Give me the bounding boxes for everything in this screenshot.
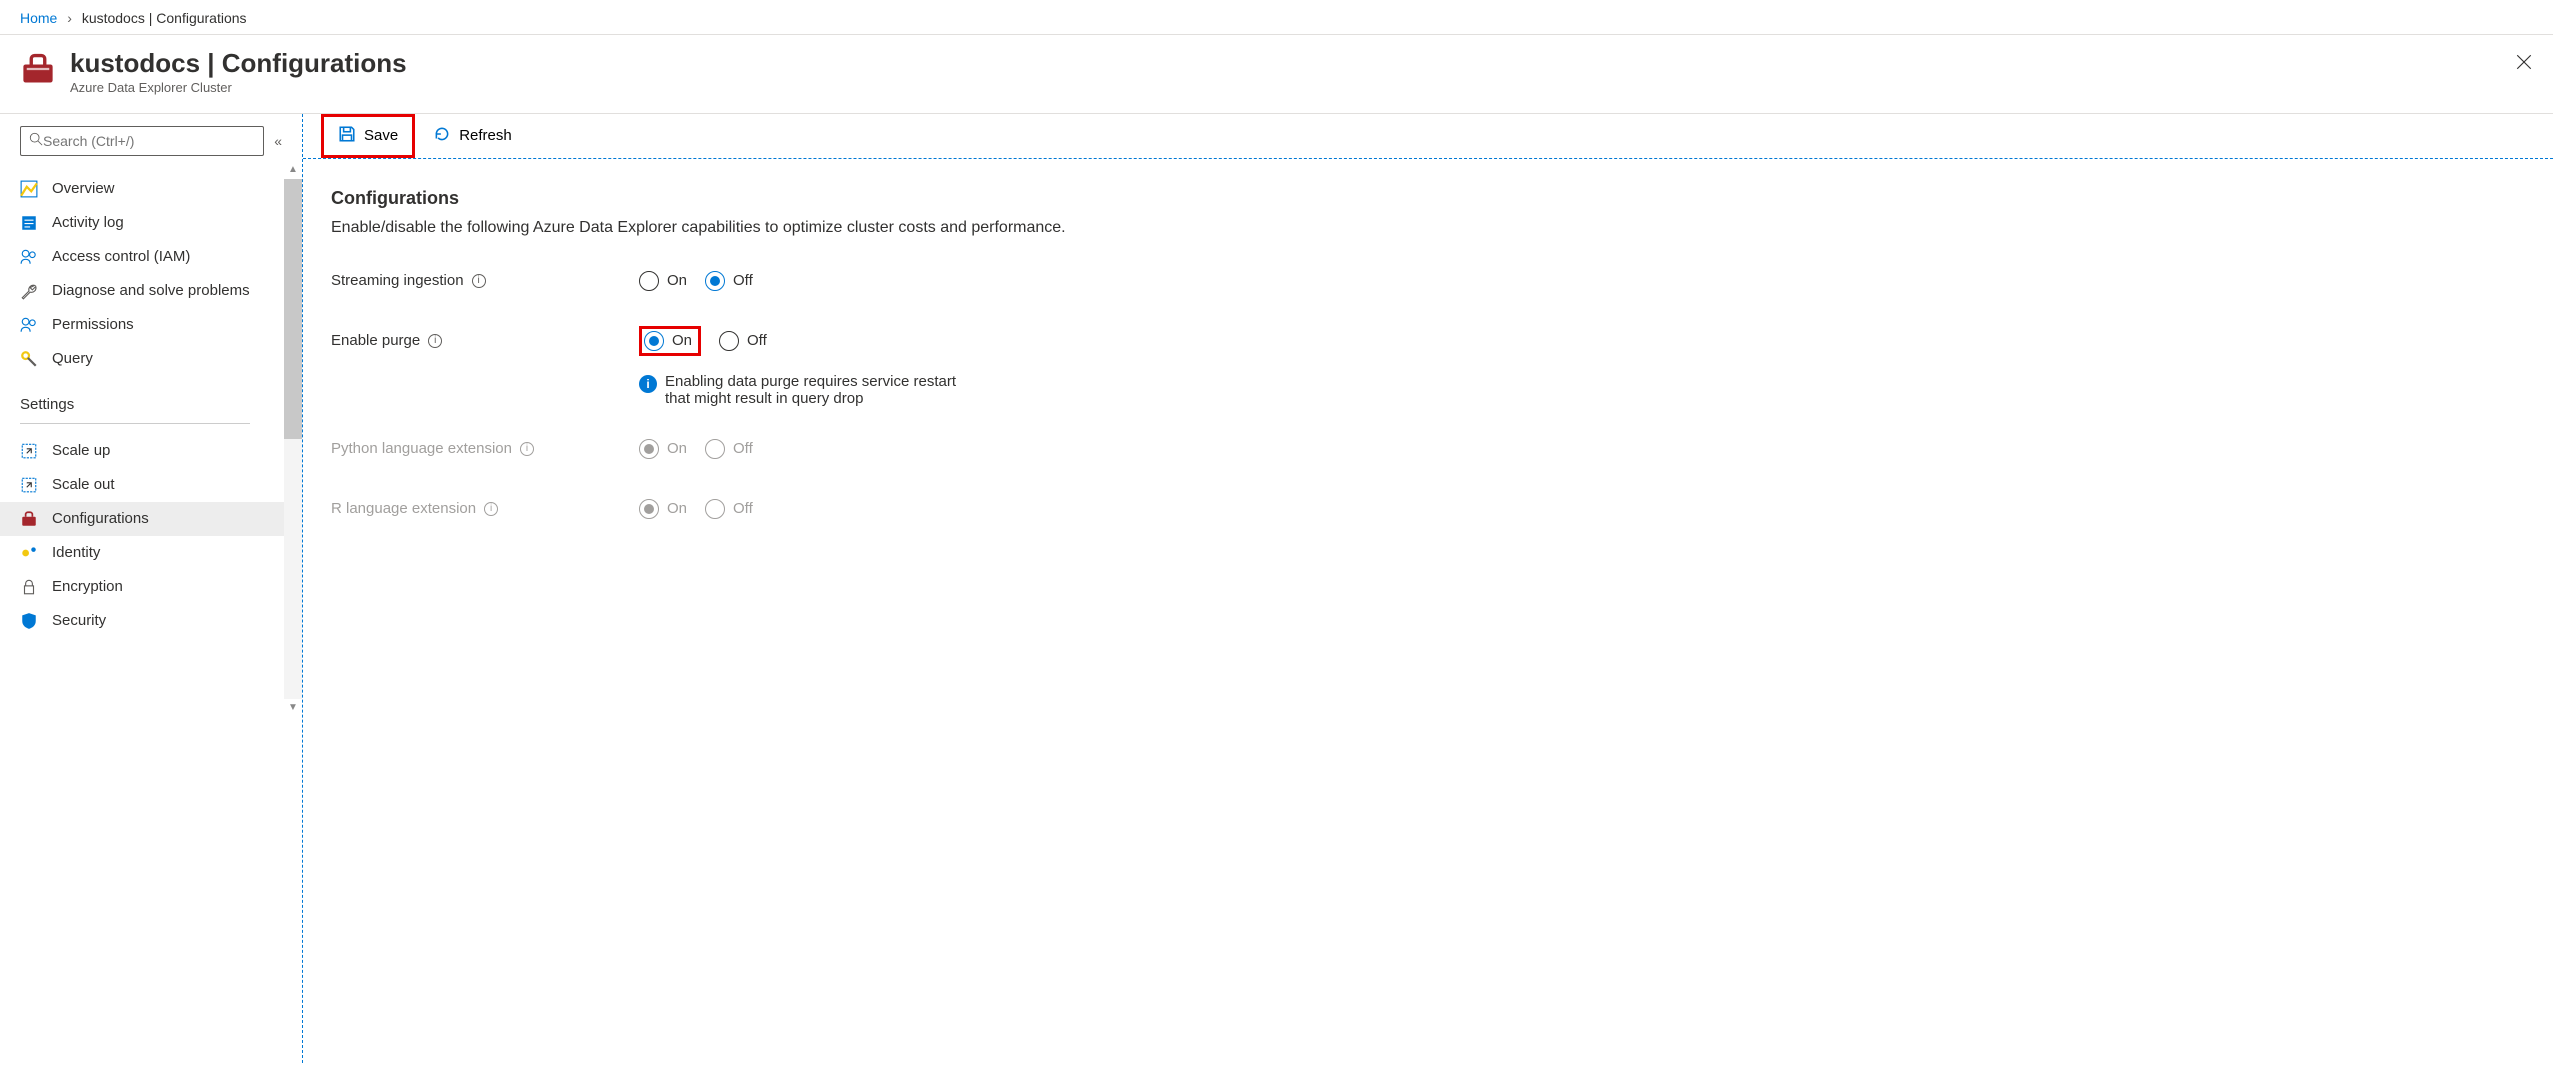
purge-warning: i Enabling data purge requires service r… xyxy=(639,373,959,407)
scroll-up-icon[interactable]: ▲ xyxy=(284,161,302,179)
close-icon[interactable] xyxy=(2515,53,2533,77)
radio-purge-off[interactable]: Off xyxy=(719,331,767,351)
save-label: Save xyxy=(364,127,398,144)
purge-on-highlight: On xyxy=(639,326,701,356)
sidebar-item-label: Encryption xyxy=(52,578,123,595)
radio-python-on: On xyxy=(639,439,687,459)
radio-label: Off xyxy=(733,440,753,457)
info-filled-icon: i xyxy=(639,375,657,393)
sidebar-item-label: Query xyxy=(52,350,93,367)
section-divider xyxy=(20,423,250,424)
sidebar-item-label: Scale up xyxy=(52,442,110,459)
radio-python-off: Off xyxy=(705,439,753,459)
radio-label: Off xyxy=(747,332,767,349)
breadcrumb: Home › kustodocs | Configurations xyxy=(0,0,2553,35)
activity-log-icon xyxy=(20,214,38,232)
save-button[interactable]: Save xyxy=(326,119,410,153)
scroll-down-icon[interactable]: ▼ xyxy=(284,699,302,717)
refresh-label: Refresh xyxy=(459,127,512,144)
sidebar-item-label: Access control (IAM) xyxy=(52,248,190,265)
radio-label: Off xyxy=(733,500,753,517)
radio-label: Off xyxy=(733,272,753,289)
cluster-icon xyxy=(20,51,56,87)
sidebar-item-diagnose[interactable]: Diagnose and solve problems xyxy=(0,274,302,308)
radio-label: On xyxy=(667,440,687,457)
wrench-icon xyxy=(20,282,38,300)
info-icon[interactable]: i xyxy=(428,334,442,348)
save-icon xyxy=(338,125,356,147)
sidebar-item-permissions[interactable]: Permissions xyxy=(0,308,302,342)
sidebar-item-scale-out[interactable]: Scale out xyxy=(0,468,302,502)
search-icon xyxy=(29,132,43,149)
sidebar-item-label: Identity xyxy=(52,544,100,561)
sidebar-item-label: Diagnose and solve problems xyxy=(52,282,250,299)
toolbox-icon xyxy=(20,510,38,528)
sidebar-item-encryption[interactable]: Encryption xyxy=(0,570,302,604)
radio-streaming-off[interactable]: Off xyxy=(705,271,753,291)
overview-icon xyxy=(20,180,38,198)
sidebar-section-settings: Settings xyxy=(0,382,302,419)
sidebar-item-label: Security xyxy=(52,612,106,629)
info-icon[interactable]: i xyxy=(484,502,498,516)
breadcrumb-home[interactable]: Home xyxy=(20,10,57,26)
sidebar-item-configurations[interactable]: Configurations xyxy=(0,502,302,536)
sidebar-item-label: Scale out xyxy=(52,476,115,493)
row-streaming-ingestion: Streaming ingestion i On Off xyxy=(331,261,1503,301)
row-python-extension: Python language extension i On Off xyxy=(331,429,1503,469)
warning-text: Enabling data purge requires service res… xyxy=(665,373,959,407)
sidebar-item-identity[interactable]: Identity xyxy=(0,536,302,570)
refresh-button[interactable]: Refresh xyxy=(421,119,524,153)
sidebar-item-overview[interactable]: Overview xyxy=(0,172,302,206)
config-label: Streaming ingestion xyxy=(331,272,464,289)
shield-icon xyxy=(20,612,38,630)
identity-icon xyxy=(20,544,38,562)
radio-label: On xyxy=(667,272,687,289)
scale-up-icon xyxy=(20,442,38,460)
radio-r-on: On xyxy=(639,499,687,519)
info-icon[interactable]: i xyxy=(472,274,486,288)
main-pane: Save Refresh Configurations Enable/disab… xyxy=(302,114,2553,1063)
sidebar-item-label: Configurations xyxy=(52,510,149,527)
radio-streaming-on[interactable]: On xyxy=(639,271,687,291)
people-icon xyxy=(20,248,38,266)
config-label: R language extension xyxy=(331,500,476,517)
config-label: Enable purge xyxy=(331,332,420,349)
page-header: kustodocs | Configurations Azure Data Ex… xyxy=(0,35,2553,114)
scroll-thumb[interactable] xyxy=(284,179,302,439)
collapse-sidebar-icon[interactable]: « xyxy=(274,133,282,149)
sidebar: « Overview Activity log Access control (… xyxy=(0,114,302,1063)
content-description: Enable/disable the following Azure Data … xyxy=(331,219,1503,237)
radio-label: On xyxy=(667,500,687,517)
sidebar-item-label: Permissions xyxy=(52,316,134,333)
radio-r-off: Off xyxy=(705,499,753,519)
radio-label: On xyxy=(672,332,692,349)
refresh-icon xyxy=(433,125,451,147)
people-icon xyxy=(20,316,38,334)
sidebar-item-security[interactable]: Security xyxy=(0,604,302,638)
key-icon xyxy=(20,350,38,368)
breadcrumb-current: kustodocs | Configurations xyxy=(82,10,247,26)
content-heading: Configurations xyxy=(331,188,1503,209)
page-title: kustodocs | Configurations xyxy=(70,49,407,78)
config-label: Python language extension xyxy=(331,440,512,457)
page-subtitle: Azure Data Explorer Cluster xyxy=(70,80,407,95)
lock-icon xyxy=(20,578,38,596)
sidebar-item-activity-log[interactable]: Activity log xyxy=(0,206,302,240)
row-enable-purge: Enable purge i On Off xyxy=(331,321,1503,361)
search-input-wrapper[interactable] xyxy=(20,126,264,156)
breadcrumb-separator-icon: › xyxy=(67,10,72,26)
scale-out-icon xyxy=(20,476,38,494)
row-r-extension: R language extension i On Off xyxy=(331,489,1503,529)
radio-purge-on[interactable]: On xyxy=(644,331,692,351)
sidebar-item-label: Overview xyxy=(52,180,115,197)
sidebar-scrollbar[interactable]: ▲ ▼ xyxy=(284,179,302,699)
sidebar-item-label: Activity log xyxy=(52,214,124,231)
search-input[interactable] xyxy=(43,133,255,149)
sidebar-item-scale-up[interactable]: Scale up xyxy=(0,434,302,468)
save-highlight: Save xyxy=(321,114,415,158)
toolbar: Save Refresh xyxy=(303,114,2553,158)
sidebar-item-query[interactable]: Query xyxy=(0,342,302,376)
info-icon[interactable]: i xyxy=(520,442,534,456)
sidebar-item-access-control[interactable]: Access control (IAM) xyxy=(0,240,302,274)
